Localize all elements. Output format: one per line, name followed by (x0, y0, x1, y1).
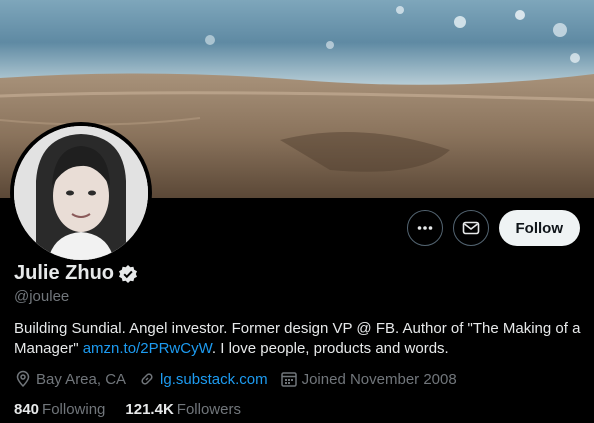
calendar-icon (280, 372, 297, 387)
profile-handle: @joulee (14, 288, 70, 305)
followers-stat[interactable]: 121.4K Followers (125, 401, 241, 418)
message-button[interactable] (452, 210, 489, 246)
more-button[interactable] (406, 210, 443, 246)
profile-actions: Follow (406, 210, 580, 246)
followers-label: Followers (176, 401, 241, 418)
profile-name: Julie Zhuo (14, 262, 114, 284)
website-link[interactable]: lg.substack.com (160, 371, 268, 388)
location-text: Bay Area, CA (36, 370, 127, 388)
following-stat[interactable]: 840 Following (14, 401, 105, 418)
bio-tail: . I love people, products and words. (211, 340, 449, 357)
location-item: Bay Area, CA (14, 370, 126, 388)
avatar-photo (14, 126, 148, 260)
joined-item: Joined November 2008 (280, 370, 457, 388)
followers-count: 121.4K (125, 401, 174, 418)
profile-avatar[interactable] (10, 122, 152, 264)
following-count: 840 (14, 401, 40, 418)
following-label: Following (42, 401, 106, 418)
profile-bio: Building Sundial. Angel investor. Former… (14, 319, 584, 359)
joined-text: Joined November 2008 (301, 370, 457, 388)
envelope-icon (462, 221, 479, 235)
profile-stats: 840 Following 121.4K Followers (14, 401, 261, 418)
bio-link[interactable]: amzn.to/2PRwCyW (83, 340, 212, 357)
profile-identity: Julie Zhuo @joulee (14, 262, 584, 305)
verified-badge-icon[interactable] (118, 264, 138, 284)
website-item[interactable]: lg.substack.com (138, 370, 268, 388)
location-pin-icon (16, 370, 30, 388)
more-icon (417, 226, 432, 230)
follow-button[interactable]: Follow (498, 210, 580, 246)
link-icon (141, 373, 153, 385)
profile-meta: Bay Area, CA lg.substack.com Joined Nove… (14, 370, 469, 388)
